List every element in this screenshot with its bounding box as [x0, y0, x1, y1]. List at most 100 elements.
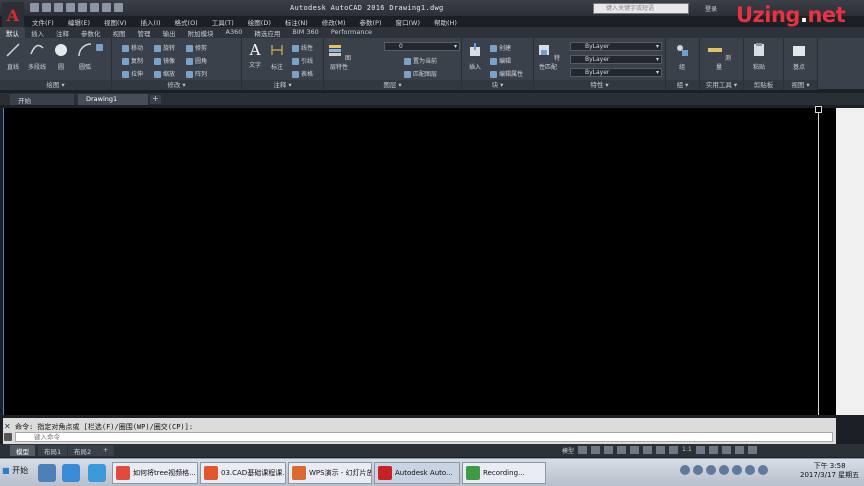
system-clock[interactable]: 下午 3:58 2017/3/17 星期五	[800, 462, 859, 480]
grid-icon[interactable]	[578, 446, 588, 454]
fullscreen-icon[interactable]	[734, 446, 744, 454]
menu-icon[interactable]	[747, 446, 757, 454]
tray-power-icon[interactable]	[758, 465, 768, 475]
menu-dimension[interactable]: 标注(N)	[279, 16, 316, 27]
print-icon[interactable]	[90, 3, 99, 12]
tray-network-icon[interactable]	[706, 465, 716, 475]
task-chrome[interactable]: 如何将tree视频格...	[112, 462, 198, 484]
tool-edit-block[interactable]: 编辑	[490, 56, 511, 65]
tool-insert-block[interactable]: 插入	[464, 42, 486, 71]
start-button[interactable]: ■ 开始	[2, 465, 28, 476]
tab-manage[interactable]: 管理	[132, 27, 157, 38]
panel-draw-label[interactable]: 绘图 ▾	[0, 80, 111, 90]
search-input[interactable]: 键入关键字或短语	[593, 3, 689, 14]
plus-icon[interactable]	[708, 446, 718, 454]
tray-input-icon[interactable]	[719, 465, 729, 475]
tool-table[interactable]: 表格	[292, 69, 313, 78]
menu-view[interactable]: 视图(V)	[98, 16, 135, 27]
tool-linear[interactable]: 线性	[292, 43, 313, 52]
panel-properties-label[interactable]: 特性 ▾	[534, 80, 665, 90]
new-tab-icon[interactable]: +	[150, 95, 161, 104]
tool-circle[interactable]: 圆	[50, 42, 72, 71]
model-space-toggle[interactable]: 模型	[562, 446, 574, 455]
tab-output[interactable]: 输出	[157, 27, 182, 38]
tray-security-icon[interactable]	[693, 465, 703, 475]
panel-modify-label[interactable]: 修改 ▾	[112, 80, 241, 90]
tab-default[interactable]: 默认	[0, 27, 25, 38]
tool-scale[interactable]: 缩放	[154, 69, 175, 78]
task-recording[interactable]: Recording...	[462, 462, 546, 484]
layout-tab-model[interactable]: 模型	[10, 445, 35, 456]
menu-window[interactable]: 窗口(W)	[389, 16, 428, 27]
doc-tab-drawing1[interactable]: Drawing1	[78, 94, 148, 105]
tool-dimension[interactable]: 标注	[266, 42, 288, 71]
new-file-icon[interactable]	[30, 3, 39, 12]
tab-featured-apps[interactable]: 精选应用	[248, 27, 286, 38]
tool-array[interactable]: 阵列	[186, 69, 207, 78]
redo-icon[interactable]	[114, 3, 123, 12]
annotation-icon[interactable]	[669, 446, 679, 454]
panel-groups-label[interactable]: 组 ▾	[666, 80, 699, 90]
panel-annotation-label[interactable]: 注释 ▾	[242, 80, 323, 90]
tool-measure[interactable]: 测量	[706, 42, 732, 71]
tool-move[interactable]: 移动	[122, 43, 143, 52]
doc-tab-start[interactable]: 开始	[10, 94, 74, 105]
web-mobile-icon[interactable]	[78, 3, 87, 12]
show-desktop-icon[interactable]	[38, 464, 56, 482]
tool-copy[interactable]: 复制	[122, 56, 143, 65]
tool-stretch[interactable]: 拉伸	[122, 69, 143, 78]
annotation-scale[interactable]: 1:1	[682, 446, 692, 455]
command-input[interactable]: 键入命令	[15, 432, 833, 442]
add-layout-icon[interactable]: +	[97, 445, 115, 456]
tool-match-properties[interactable]: 特性匹配	[536, 42, 560, 71]
tool-text[interactable]: A 文字	[244, 42, 266, 69]
tab-annotate[interactable]: 注释	[50, 27, 75, 38]
tab-addins[interactable]: 附加模块	[182, 27, 220, 38]
task-wps-doc[interactable]: 03.CAD基础课程课...	[200, 462, 286, 484]
gear-icon[interactable]	[695, 446, 705, 454]
application-menu-button[interactable]: A	[2, 2, 24, 28]
tab-parametric[interactable]: 参数化	[75, 27, 107, 38]
tool-edit-attributes[interactable]: 编辑属性	[490, 69, 523, 78]
ie-browser-icon[interactable]	[88, 464, 106, 482]
layout-tab-layout2[interactable]: 布局2	[68, 445, 98, 456]
tool-fillet[interactable]: 圆角	[186, 56, 207, 65]
osnap-icon[interactable]	[630, 446, 640, 454]
menu-parametric[interactable]: 参数(P)	[353, 16, 389, 27]
panel-view-label[interactable]: 视图 ▾	[784, 80, 817, 90]
linetype-dropdown[interactable]: ByLayer	[570, 55, 662, 64]
snap-icon[interactable]	[591, 446, 601, 454]
tool-paste[interactable]: 粘贴	[748, 42, 770, 71]
tab-performance[interactable]: Performance	[325, 27, 378, 38]
tray-volume-icon[interactable]	[732, 465, 742, 475]
menu-file[interactable]: 文件(F)	[26, 16, 62, 27]
isolate-icon[interactable]	[721, 446, 731, 454]
menu-draw[interactable]: 绘图(D)	[242, 16, 279, 27]
menu-modify[interactable]: 修改(M)	[316, 16, 354, 27]
menu-edit[interactable]: 编辑(E)	[62, 16, 98, 27]
tool-match-layer[interactable]: 匹配图层	[404, 69, 437, 78]
tab-view[interactable]: 视图	[107, 27, 132, 38]
tab-bim360[interactable]: BIM 360	[286, 27, 324, 38]
draw-extra-tools[interactable]	[96, 44, 105, 51]
layer-dropdown[interactable]: 0	[384, 42, 460, 51]
tool-set-current[interactable]: 置为当前	[404, 56, 437, 65]
tool-polyline[interactable]: 多段线	[26, 42, 48, 71]
undo-icon[interactable]	[102, 3, 111, 12]
login-link[interactable]: 登录	[705, 4, 717, 13]
color-dropdown[interactable]: ByLayer	[570, 42, 662, 51]
tool-group[interactable]: 组	[671, 42, 693, 71]
open-file-icon[interactable]	[42, 3, 51, 12]
task-wps-slideshow[interactable]: WPS演示 - 幻灯片放...	[288, 462, 372, 484]
lineweight-icon[interactable]	[656, 446, 666, 454]
tool-mirror[interactable]: 镜像	[154, 56, 175, 65]
task-autocad[interactable]: Autodesk Auto...	[374, 462, 460, 484]
customize-wrench-icon[interactable]	[4, 433, 12, 441]
panel-clipboard-label[interactable]: 剪贴板	[744, 80, 783, 90]
panel-block-label[interactable]: 块 ▾	[462, 80, 533, 90]
tool-line[interactable]: 直线	[2, 42, 24, 71]
save-icon[interactable]	[54, 3, 63, 12]
layout-tab-layout1[interactable]: 布局1	[38, 445, 68, 456]
lineweight-dropdown[interactable]: ByLayer	[570, 68, 662, 77]
menu-help[interactable]: 帮助(H)	[428, 16, 465, 27]
